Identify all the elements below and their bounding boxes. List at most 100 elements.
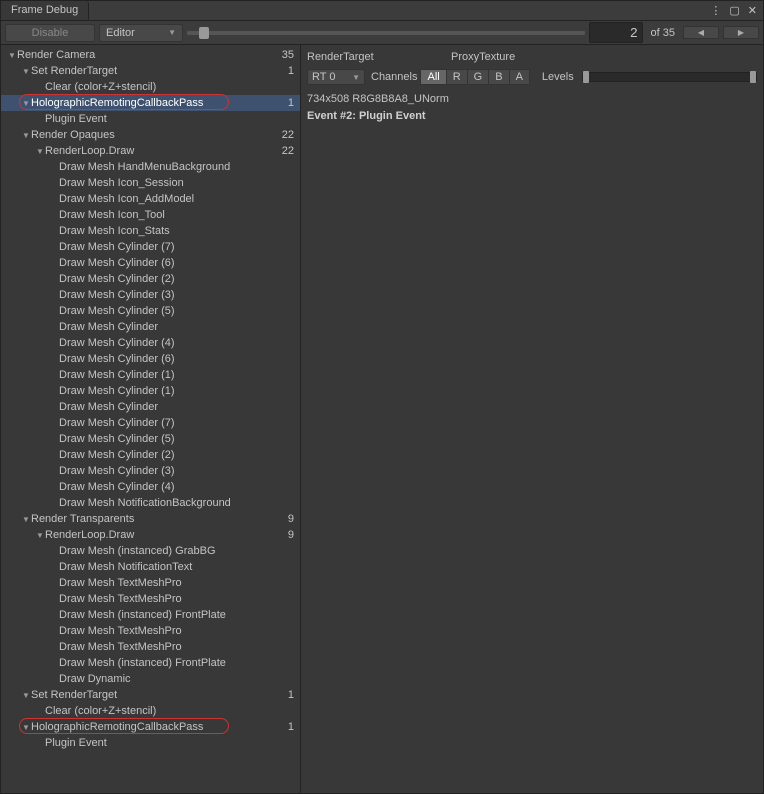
collapse-toggle-icon[interactable]: ▼: [21, 691, 31, 700]
collapse-toggle-icon[interactable]: ▼: [21, 131, 31, 140]
tree-row[interactable]: Draw Mesh NotificationBackground: [1, 495, 300, 511]
channel-r-button[interactable]: R: [446, 69, 468, 85]
event-slider[interactable]: [187, 25, 585, 41]
tree-item-label: HolographicRemotingCallbackPass: [31, 97, 288, 109]
tree-row[interactable]: Draw Mesh Cylinder (4): [1, 479, 300, 495]
tree-item-label: Render Opaques: [31, 129, 282, 141]
of-label: of 35: [647, 27, 679, 39]
tree-row[interactable]: Draw Mesh Cylinder (4): [1, 335, 300, 351]
prev-event-button[interactable]: ◀: [683, 26, 719, 39]
tree-row[interactable]: Draw Mesh Cylinder (7): [1, 239, 300, 255]
tree-row[interactable]: Draw Mesh Cylinder (7): [1, 415, 300, 431]
tree-row[interactable]: Draw Mesh Cylinder (1): [1, 367, 300, 383]
tree-row[interactable]: Clear (color+Z+stencil): [1, 79, 300, 95]
close-icon[interactable]: ✕: [748, 4, 757, 17]
tree-row[interactable]: ▼Render Camera35: [1, 47, 300, 63]
disable-button[interactable]: Disable: [5, 24, 95, 42]
tree-item-label: HolographicRemotingCallbackPass: [31, 721, 288, 733]
slider-thumb[interactable]: [199, 27, 209, 39]
tree-row[interactable]: Draw Mesh Cylinder (3): [1, 287, 300, 303]
tree-row[interactable]: Draw Mesh TextMeshPro: [1, 591, 300, 607]
chevron-down-icon: ▼: [352, 73, 360, 82]
tree-row[interactable]: Draw Dynamic: [1, 671, 300, 687]
render-target-value: ProxyTexture: [451, 51, 515, 63]
tree-row[interactable]: Plugin Event: [1, 111, 300, 127]
tree-item-label: Draw Mesh Cylinder (3): [59, 289, 294, 301]
rt-index-dropdown[interactable]: RT 0 ▼: [307, 69, 365, 85]
tree-row[interactable]: ▼HolographicRemotingCallbackPass1: [1, 719, 300, 735]
collapse-toggle-icon[interactable]: ▼: [35, 147, 45, 156]
channel-g-button[interactable]: G: [467, 69, 490, 85]
tree-item-label: Set RenderTarget: [31, 689, 288, 701]
maximize-icon[interactable]: ▢: [729, 4, 739, 17]
levels-min-thumb[interactable]: [583, 71, 589, 83]
levels-label: Levels: [542, 71, 574, 83]
tree-item-label: Draw Mesh TextMeshPro: [59, 577, 294, 589]
collapse-toggle-icon[interactable]: ▼: [7, 51, 17, 60]
tree-item-label: Draw Mesh Cylinder (2): [59, 273, 294, 285]
tree-row[interactable]: Draw Mesh TextMeshPro: [1, 639, 300, 655]
titlebar: Frame Debug ⋮ ▢ ✕: [1, 1, 763, 21]
tree-row[interactable]: Draw Mesh Icon_Tool: [1, 207, 300, 223]
tree-row[interactable]: ▼Render Transparents9: [1, 511, 300, 527]
tree-row[interactable]: Draw Mesh Cylinder (2): [1, 271, 300, 287]
tree-row[interactable]: ▼RenderLoop.Draw9: [1, 527, 300, 543]
event-tree[interactable]: ▼Render Camera35▼Set RenderTarget1Clear …: [1, 45, 301, 793]
tree-row[interactable]: Draw Mesh Cylinder: [1, 399, 300, 415]
tree-row[interactable]: ▼Set RenderTarget1: [1, 63, 300, 79]
tree-row[interactable]: Draw Mesh (instanced) GrabBG: [1, 543, 300, 559]
menu-icon[interactable]: ⋮: [710, 4, 721, 17]
tree-row[interactable]: Draw Mesh TextMeshPro: [1, 623, 300, 639]
levels-slider[interactable]: [582, 72, 757, 82]
tree-row[interactable]: Draw Mesh TextMeshPro: [1, 575, 300, 591]
collapse-toggle-icon[interactable]: ▼: [21, 723, 31, 732]
tree-row[interactable]: Draw Mesh HandMenuBackground: [1, 159, 300, 175]
tree-row[interactable]: ▼Set RenderTarget1: [1, 687, 300, 703]
tree-item-label: Render Camera: [17, 49, 282, 61]
channel-all-button[interactable]: All: [420, 69, 446, 85]
channel-buttons: All R G B A: [421, 69, 529, 85]
collapse-toggle-icon[interactable]: ▼: [35, 531, 45, 540]
collapse-toggle-icon[interactable]: ▼: [21, 67, 31, 76]
channel-a-button[interactable]: A: [509, 69, 530, 85]
event-number-input[interactable]: [589, 22, 643, 43]
tree-row[interactable]: Draw Mesh Cylinder (1): [1, 383, 300, 399]
tree-item-label: Draw Mesh Cylinder (5): [59, 433, 294, 445]
tree-row[interactable]: Draw Mesh NotificationText: [1, 559, 300, 575]
tree-item-label: Draw Mesh Cylinder (4): [59, 337, 294, 349]
tree-row[interactable]: Draw Mesh Cylinder: [1, 319, 300, 335]
tree-item-label: Plugin Event: [45, 737, 294, 749]
tree-row[interactable]: Draw Mesh Icon_Session: [1, 175, 300, 191]
event-title: Event #2: Plugin Event: [307, 108, 757, 125]
render-target-label: RenderTarget: [307, 51, 447, 63]
levels-max-thumb[interactable]: [750, 71, 756, 83]
tree-row[interactable]: Draw Mesh (instanced) FrontPlate: [1, 655, 300, 671]
tree-row[interactable]: Draw Mesh Icon_AddModel: [1, 191, 300, 207]
source-label: Editor: [106, 27, 135, 39]
tree-item-label: Draw Mesh (instanced) FrontPlate: [59, 657, 294, 669]
tree-row[interactable]: Draw Mesh Icon_Stats: [1, 223, 300, 239]
tree-row[interactable]: Draw Mesh Cylinder (5): [1, 303, 300, 319]
tree-row[interactable]: ▼RenderLoop.Draw22: [1, 143, 300, 159]
tree-row[interactable]: Draw Mesh (instanced) FrontPlate: [1, 607, 300, 623]
tree-item-label: Clear (color+Z+stencil): [45, 705, 294, 717]
channel-b-button[interactable]: B: [488, 69, 509, 85]
tree-item-count: 1: [288, 65, 294, 77]
collapse-toggle-icon[interactable]: ▼: [21, 99, 31, 108]
collapse-toggle-icon[interactable]: ▼: [21, 515, 31, 524]
tree-row[interactable]: ▼Render Opaques22: [1, 127, 300, 143]
tree-row[interactable]: Draw Mesh Cylinder (3): [1, 463, 300, 479]
source-dropdown[interactable]: Editor ▼: [99, 24, 183, 42]
tree-row[interactable]: Draw Mesh Cylinder (6): [1, 351, 300, 367]
next-event-button[interactable]: ▶: [723, 26, 759, 39]
tree-row[interactable]: ▼HolographicRemotingCallbackPass1: [1, 95, 300, 111]
tree-row[interactable]: Plugin Event: [1, 735, 300, 751]
tree-item-count: 1: [288, 689, 294, 701]
tree-item-label: Render Transparents: [31, 513, 288, 525]
tree-row[interactable]: Draw Mesh Cylinder (2): [1, 447, 300, 463]
tree-row[interactable]: Draw Mesh Cylinder (6): [1, 255, 300, 271]
tree-row[interactable]: Clear (color+Z+stencil): [1, 703, 300, 719]
tree-row[interactable]: Draw Mesh Cylinder (5): [1, 431, 300, 447]
tab-frame-debug[interactable]: Frame Debug: [1, 1, 89, 20]
tree-item-label: Draw Mesh Icon_AddModel: [59, 193, 294, 205]
